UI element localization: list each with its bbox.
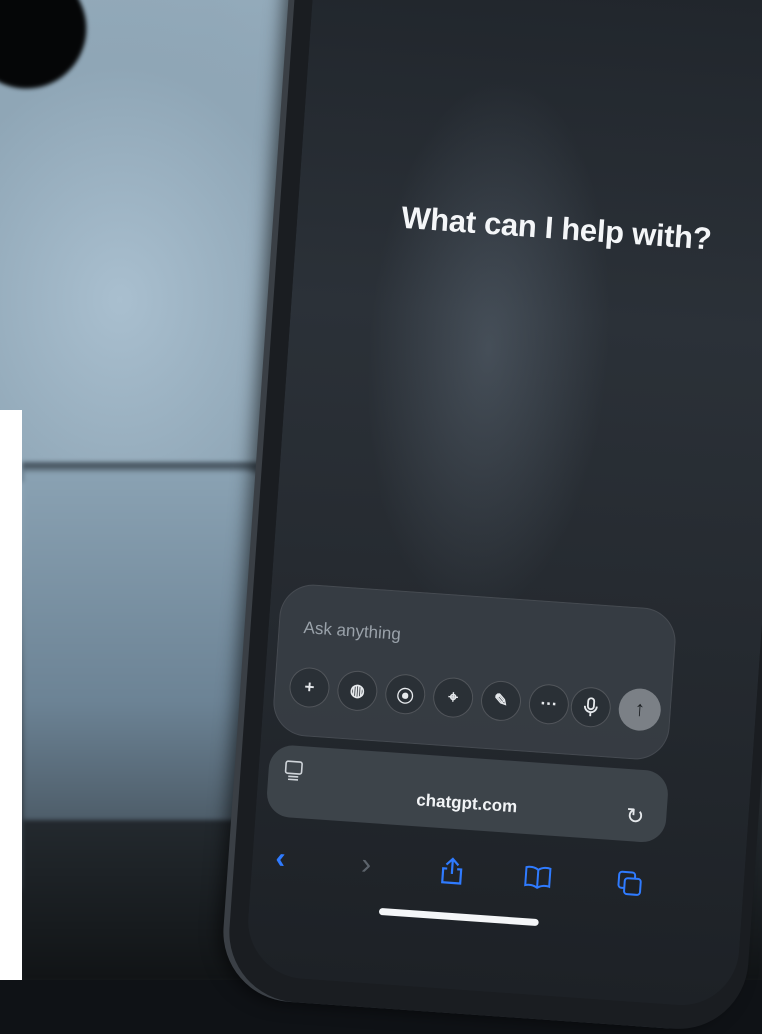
book-icon	[523, 864, 553, 890]
address-bar[interactable]: chatgpt.com ↻	[265, 744, 669, 844]
map-pin-icon[interactable]: ⦿	[384, 673, 427, 716]
back-icon[interactable]: ‹	[261, 840, 299, 878]
smartphone: What can I help with? + ◍ ⦿ ⌖ ✎ ··· ↑	[225, 0, 762, 1034]
page-title: What can I help with?	[400, 200, 712, 258]
microphone-button[interactable]	[569, 686, 612, 729]
plus-icon[interactable]: +	[288, 666, 331, 709]
send-button[interactable]: ↑	[617, 687, 662, 732]
ask-input[interactable]	[301, 615, 606, 662]
phone-screen: What can I help with? + ◍ ⦿ ⌖ ✎ ··· ↑	[244, 0, 762, 1009]
telescope-icon[interactable]: ⌖	[432, 676, 475, 719]
tabs-icon	[616, 869, 644, 897]
globe-icon[interactable]: ◍	[336, 670, 379, 713]
tabs-button[interactable]	[610, 864, 648, 902]
share-icon	[439, 856, 465, 886]
white-border	[0, 410, 22, 980]
more-icon[interactable]: ···	[528, 683, 571, 726]
phone-mount-arm	[0, 0, 106, 108]
home-indicator[interactable]	[379, 908, 539, 926]
bookmarks-button[interactable]	[519, 858, 557, 896]
share-button[interactable]	[433, 852, 471, 890]
url-text[interactable]: chatgpt.com	[267, 780, 667, 828]
composer-tools: + ◍ ⦿ ⌖ ✎ ···	[288, 666, 570, 725]
microphone-icon	[582, 697, 599, 718]
forward-icon[interactable]: ›	[347, 846, 385, 884]
paint-palette-icon[interactable]: ✎	[480, 680, 523, 723]
browser-toolbar: ‹ ›	[250, 831, 745, 925]
message-composer: + ◍ ⦿ ⌖ ✎ ··· ↑	[271, 582, 678, 761]
reload-icon[interactable]: ↻	[625, 803, 645, 830]
tab-overview-icon	[282, 759, 305, 782]
